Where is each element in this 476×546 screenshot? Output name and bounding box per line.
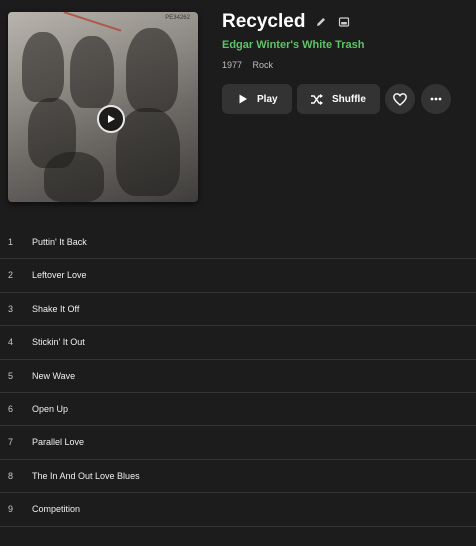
track-row[interactable]: 1 Puttin' It Back — [0, 226, 476, 260]
track-title: Shake It Off — [32, 303, 80, 314]
track-title: Open Up — [32, 403, 69, 414]
track-row[interactable]: 6 Open Up — [0, 393, 476, 427]
cover-figure — [22, 32, 64, 102]
image-icon[interactable] — [338, 16, 350, 28]
track-row[interactable]: 4 Stickin' It Out — [0, 326, 476, 360]
album-meta: 1977 Rock — [222, 60, 273, 70]
shuffle-button[interactable]: Shuffle — [297, 84, 380, 114]
pencil-icon[interactable] — [315, 16, 327, 28]
more-options-button[interactable] — [421, 84, 451, 114]
track-number: 2 — [8, 270, 14, 281]
track-row[interactable]: 2 Leftover Love — [0, 259, 476, 293]
shuffle-icon — [311, 93, 323, 105]
track-row[interactable]: 3 Shake It Off — [0, 293, 476, 327]
artist-link[interactable]: Edgar Winter's White Trash — [222, 39, 364, 51]
shuffle-button-label: Shuffle — [332, 93, 366, 105]
track-number: 8 — [8, 470, 14, 481]
track-row[interactable]: 5 New Wave — [0, 360, 476, 393]
track-number: 7 — [8, 437, 14, 448]
track-title: Leftover Love — [32, 270, 87, 281]
album-cover[interactable]: PE34262 — [8, 12, 198, 202]
ellipsis-icon — [430, 97, 442, 101]
cover-figure — [70, 36, 114, 108]
track-number: 1 — [8, 237, 14, 247]
heart-icon — [393, 92, 407, 106]
cover-figure — [126, 28, 178, 112]
track-title: Parallel Love — [32, 437, 85, 448]
track-number: 6 — [8, 403, 14, 414]
cover-figure — [44, 152, 104, 202]
track-title: Stickin' It Out — [32, 337, 85, 348]
play-button[interactable]: Play — [222, 84, 292, 114]
track-title: The In And Out Love Blues — [32, 470, 140, 481]
track-title: Puttin' It Back — [32, 237, 87, 247]
track-number: 3 — [8, 303, 14, 314]
album-title: Recycled — [222, 11, 306, 32]
album-year: 1977 — [222, 60, 243, 70]
cover-play-button[interactable] — [97, 105, 125, 133]
play-icon — [108, 115, 115, 123]
like-button[interactable] — [385, 84, 415, 114]
track-title: Competition — [32, 504, 81, 515]
album-genre[interactable]: Rock — [253, 60, 274, 70]
track-number: 5 — [8, 370, 14, 381]
track-number: 4 — [8, 337, 14, 348]
track-row[interactable]: 8 The In And Out Love Blues — [0, 460, 476, 494]
play-icon — [239, 94, 247, 104]
track-row[interactable]: 9 Competition — [0, 493, 476, 527]
cover-catalog-number: PE34262 — [165, 15, 190, 21]
track-row[interactable]: 7 Parallel Love — [0, 426, 476, 460]
track-list: 1 Puttin' It Back 2 Leftover Love 3 Shak… — [0, 226, 476, 527]
cover-figure — [116, 108, 180, 196]
play-button-label: Play — [257, 93, 278, 105]
track-number: 9 — [8, 504, 14, 515]
track-title: New Wave — [32, 370, 76, 381]
